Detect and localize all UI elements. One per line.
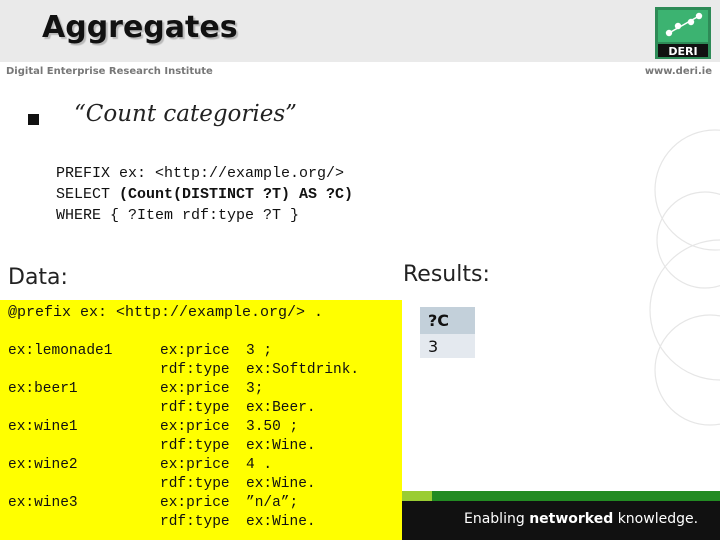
- data-object: 4 .: [246, 457, 273, 473]
- data-subject: ex:beer1: [8, 381, 78, 397]
- tagline-bold: networked: [529, 511, 614, 527]
- data-row: ex:wine3 ex:price ”n/a”;: [8, 495, 359, 514]
- slide-header: Aggregates DERI: [0, 0, 720, 62]
- logo-text: DERI: [668, 45, 697, 58]
- data-object: ”n/a”;: [246, 495, 299, 511]
- data-row: rdf:type ex:Beer.: [8, 400, 359, 419]
- data-subject: [8, 476, 160, 495]
- data-predicate: ex:price: [160, 495, 230, 511]
- data-row: rdf:type ex:Wine.: [8, 476, 359, 495]
- sparql-query: PREFIX ex: <http://example.org/> SELECT (…: [56, 163, 353, 226]
- data-row: rdf:type ex:Wine.: [8, 438, 359, 457]
- data-subject: ex:lemonade1: [8, 343, 113, 359]
- data-object: 3 ;: [246, 343, 273, 359]
- data-row: rdf:type ex:Softdrink.: [8, 362, 359, 381]
- data-object: 3;: [246, 381, 264, 397]
- footer-tagline: Enabling networked knowledge.: [464, 511, 698, 527]
- data-predicate: rdf:type: [160, 400, 230, 416]
- data-row: ex:wine2 ex:price 4 .: [8, 457, 359, 476]
- bullet-square: [28, 114, 39, 125]
- institute-name: Digital Enterprise Research Institute: [6, 66, 213, 77]
- results-value-cell: 3: [420, 334, 475, 358]
- data-subject: ex:wine2: [8, 457, 78, 473]
- decorative-circles: [649, 129, 720, 426]
- data-subject: [8, 514, 160, 533]
- results-table: ?C 3: [420, 307, 475, 358]
- data-predicate: ex:price: [160, 381, 230, 397]
- data-subject: [8, 362, 160, 381]
- data-row: rdf:type ex:Wine.: [8, 514, 359, 533]
- data-prefix-line: @prefix ex: <http://example.org/> .: [8, 304, 324, 321]
- data-subject: ex:wine3: [8, 495, 78, 511]
- results-label: Results:: [403, 262, 490, 287]
- data-subject: [8, 400, 160, 419]
- footer-bar: Enabling networked knowledge.: [402, 501, 720, 540]
- slide-title: Aggregates: [42, 10, 238, 45]
- data-row: ex:beer1 ex:price 3;: [8, 381, 359, 400]
- tagline-start: Enabling: [464, 511, 530, 527]
- data-predicate: ex:price: [160, 419, 230, 435]
- deri-logo: DERI: [655, 7, 711, 59]
- data-subject: [8, 438, 160, 457]
- footer-accent-dark: [432, 491, 720, 501]
- query-line-select: SELECT (Count(DISTINCT ?T) AS ?C): [56, 184, 353, 205]
- data-object: ex:Softdrink.: [246, 362, 360, 378]
- bullet-text: “Count categories”: [74, 101, 297, 127]
- data-predicate: ex:price: [160, 343, 230, 359]
- data-label: Data:: [8, 265, 68, 290]
- data-predicate: rdf:type: [160, 514, 230, 530]
- data-object: ex:Wine.: [246, 476, 316, 492]
- data-predicate: ex:price: [160, 457, 230, 473]
- data-predicate: rdf:type: [160, 362, 230, 378]
- data-predicate: rdf:type: [160, 476, 230, 492]
- tagline-end: knowledge.: [613, 511, 699, 527]
- data-row: ex:lemonade1 ex:price 3 ;: [8, 343, 359, 362]
- data-object: 3.50 ;: [246, 419, 299, 435]
- query-line-prefix: PREFIX ex: <http://example.org/>: [56, 165, 345, 182]
- data-object: ex:Wine.: [246, 514, 316, 530]
- query-aggregate: (Count(DISTINCT ?T) AS ?C): [119, 186, 354, 203]
- data-row: ex:wine1 ex:price 3.50 ;: [8, 419, 359, 438]
- data-subject: ex:wine1: [8, 419, 78, 435]
- data-triples-table: ex:lemonade1 ex:price 3 ; rdf:type ex:Softdr…: [8, 343, 359, 533]
- data-predicate: rdf:type: [160, 438, 230, 454]
- query-select-keyword: SELECT: [56, 186, 120, 203]
- data-object: ex:Wine.: [246, 438, 316, 454]
- results-header-c: ?C: [420, 307, 475, 334]
- query-line-where: WHERE { ?Item rdf:type ?T }: [56, 207, 300, 224]
- data-object: ex:Beer.: [246, 400, 316, 416]
